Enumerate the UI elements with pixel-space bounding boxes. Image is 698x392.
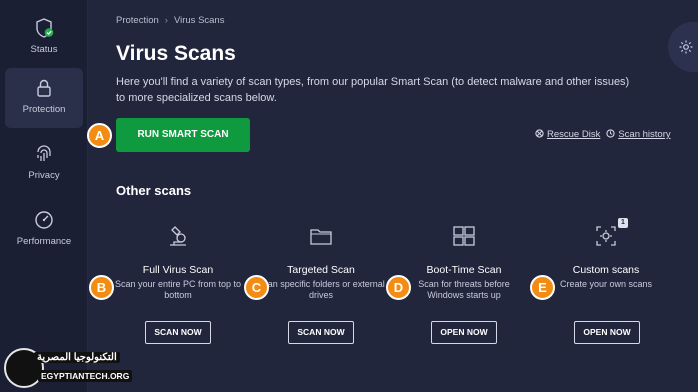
custom-scans-count-badge: 1 [618,218,628,228]
rescue-disk-label: Rescue Disk [547,129,601,140]
sidebar: Status Protection Privacy Performance [0,0,88,392]
main-content: Protection › Virus Scans Virus Scans Here … [88,0,698,392]
custom-scans-button[interactable]: OPEN NOW [574,321,640,344]
clock-icon [606,129,615,138]
marker-b: B [89,275,114,300]
marker-a: A [87,123,112,148]
scan-name: Targeted Scan [287,264,355,276]
fingerprint-icon [33,143,55,165]
rescue-disk-icon [535,129,544,138]
scan-name: Boot-Time Scan [426,264,502,276]
scan-links: Rescue Disk Scan history [535,129,671,140]
marker-e: E [530,275,555,300]
custom-scan-icon: 1 [592,218,628,250]
scan-name: Full Virus Scan [142,264,214,276]
scan-name: Custom scans [572,264,640,276]
full-virus-scan-button[interactable]: SCAN NOW [145,321,211,344]
watermark-arabic: التكنولوجيا المصرية [34,352,120,363]
marker-d: D [386,275,411,300]
sidebar-item-label: Performance [16,236,72,247]
scan-subtitle: Scan specific folders or external drives [257,279,385,300]
marker-c: C [244,275,269,300]
sidebar-item-privacy[interactable]: Privacy [5,134,83,194]
sidebar-item-performance[interactable]: Performance [5,200,83,260]
page-description: Here you'll find a variety of scan types… [116,76,630,104]
windows-icon [450,222,478,250]
speedometer-icon [33,209,55,231]
lock-icon [33,77,55,99]
run-smart-scan-button[interactable]: RUN SMART SCAN [116,118,250,152]
settings-button[interactable] [668,22,698,72]
shield-check-icon [33,17,55,39]
watermark-latin: EGYPTIANTECH.ORG [38,370,133,382]
rescue-disk-link[interactable]: Rescue Disk [535,129,600,140]
scan-history-label: Scan history [618,129,671,140]
sidebar-item-label: Privacy [28,170,60,181]
custom-scans-card: 1 Custom scans Create your own scans [541,218,671,290]
microscope-icon [164,222,192,250]
sidebar-item-status[interactable]: Status [5,8,83,68]
scan-history-link[interactable]: Scan history [606,129,671,140]
boot-time-scan-button[interactable]: OPEN NOW [431,321,497,344]
other-scans-title: Other scans [116,183,192,198]
breadcrumb-parent[interactable]: Protection [116,15,159,26]
gear-icon [679,40,693,54]
targeted-scan-card: Targeted Scan Scan specific folders or e… [256,222,386,301]
breadcrumb-current: Virus Scans [173,15,225,26]
sidebar-item-label: Status [30,44,58,55]
watermark: التكنولوجيا المصرية EGYPTIANTECH.ORG [4,348,133,388]
boot-time-scan-card: Boot-Time Scan Scan for threats before W… [399,222,529,301]
scan-subtitle: Scan for threats before Windows starts u… [418,279,510,300]
page-title: Virus Scans [116,42,236,65]
folder-icon [307,222,335,250]
sidebar-item-label: Protection [22,104,66,115]
sidebar-item-protection[interactable]: Protection [5,68,83,128]
breadcrumb-separator: › [164,15,168,26]
breadcrumb: Protection › Virus Scans [116,15,224,26]
full-virus-scan-card: Full Virus Scan Scan your entire PC from… [113,222,243,301]
scan-subtitle: Scan your entire PC from top to bottom [114,279,242,300]
targeted-scan-button[interactable]: SCAN NOW [288,321,354,344]
scan-subtitle: Create your own scans [559,279,653,289]
